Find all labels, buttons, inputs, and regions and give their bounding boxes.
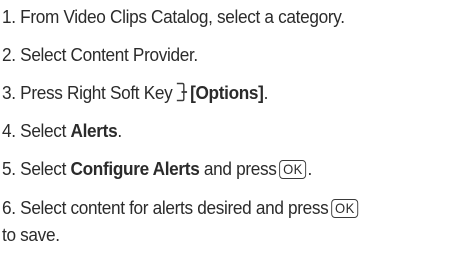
step-text-mid: and press <box>203 158 277 179</box>
step-text: From Video Clips Catalog, select a categ… <box>20 6 345 27</box>
step-6-continuation: to save. <box>2 224 60 246</box>
step-2: 2. Select Content Provider. <box>2 44 198 66</box>
step-3: 3. Press Right Soft Key [Options]. <box>2 82 268 104</box>
step-text: Press Right Soft Key <box>20 82 173 103</box>
step-emphasis: Configure Alerts <box>70 158 200 179</box>
step-emphasis: Alerts <box>70 120 118 141</box>
step-number: 4. <box>2 120 16 141</box>
step-emphasis: [Options] <box>190 82 264 103</box>
step-4: 4. Select Alerts. <box>2 120 122 142</box>
step-text-continuation: to save. <box>2 224 60 245</box>
step-1: 1. From Video Clips Catalog, select a ca… <box>2 6 345 28</box>
step-text: Select content for alerts desired and pr… <box>20 197 329 218</box>
step-number: 1. <box>2 6 16 27</box>
ok-key-icon: OK <box>331 199 359 218</box>
step-number: 5. <box>2 158 16 179</box>
step-text-end: . <box>117 120 122 141</box>
step-text-end: . <box>307 158 312 179</box>
right-soft-key-icon <box>177 82 188 102</box>
step-text-end: . <box>263 82 269 103</box>
ok-key-icon: OK <box>279 160 307 179</box>
step-5: 5. Select Configure Alerts and press OK. <box>2 158 312 180</box>
step-text: Select Content Provider. <box>20 44 198 65</box>
step-6: 6. Select content for alerts desired and… <box>2 197 359 219</box>
step-number: 3. <box>2 82 16 103</box>
step-number: 6. <box>2 197 16 218</box>
step-text: Select <box>20 120 67 141</box>
step-text: Select <box>20 158 67 179</box>
step-number: 2. <box>2 44 16 65</box>
